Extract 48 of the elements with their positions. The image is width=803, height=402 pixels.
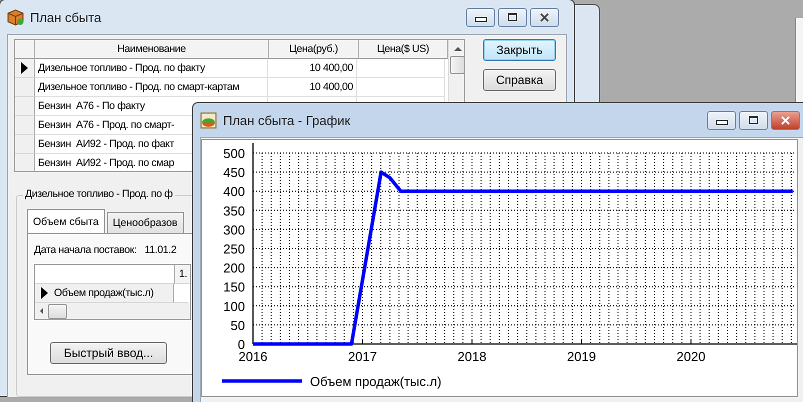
y-tick-label: 300: [223, 222, 245, 238]
dialog-button[interactable]: Справка: [483, 69, 556, 91]
window-title: План сбыта: [30, 10, 102, 24]
scroll-left-icon[interactable]: [40, 308, 43, 314]
x-tick-label: 2019: [567, 349, 596, 364]
date-value: 11.01.2: [144, 244, 176, 256]
close-button[interactable]: [530, 8, 559, 26]
group-title: Дизельное топливо - Прод. по ф: [23, 188, 175, 200]
y-tick-label: 400: [223, 184, 245, 200]
row-label: Объем продаж(тыс.л): [54, 287, 154, 299]
tab[interactable]: Ценообразов: [106, 212, 184, 233]
maximize-button[interactable]: [739, 110, 768, 130]
column-header[interactable]: Наименование: [35, 40, 269, 59]
dialog-button[interactable]: Закрыть: [483, 39, 556, 61]
scroll-thumb[interactable]: [48, 304, 67, 318]
table-cell: Дизельное топливо - Прод. по смарт-картам: [35, 78, 268, 97]
maximize-button[interactable]: [498, 8, 527, 26]
minimize-button[interactable]: [707, 110, 736, 130]
close-icon: [781, 116, 790, 124]
chart-icon: [200, 112, 217, 128]
tab[interactable]: Объем сбыта: [27, 209, 105, 233]
row-indicator[interactable]: [15, 59, 35, 78]
box-icon: [7, 8, 24, 26]
scroll-thumb[interactable]: [450, 56, 464, 74]
x-tick-label: 2020: [676, 349, 706, 364]
table-cell: 10 400,00: [268, 59, 357, 78]
quick-input-button[interactable]: Быстрый ввод...: [50, 342, 167, 364]
column-header[interactable]: 1.: [175, 265, 190, 284]
y-tick-label: 0: [238, 337, 245, 352]
y-tick-label: 150: [223, 280, 245, 295]
legend-label: Объем продаж(тыс.л): [310, 374, 442, 389]
minimize-button[interactable]: [466, 8, 495, 26]
close-button[interactable]: [771, 110, 800, 130]
scroll-up-icon[interactable]: [454, 47, 462, 51]
y-tick-label: 200: [223, 260, 245, 276]
x-tick-label: 2018: [458, 349, 486, 364]
table-cell: Дизельное топливо - Прод. по факту: [35, 59, 268, 78]
column-header[interactable]: Цена($ US): [359, 40, 448, 59]
close-icon: [540, 12, 549, 22]
table-cell: 10 400,00: [268, 78, 357, 97]
x-tick-label: 2017: [348, 349, 377, 364]
y-tick-label: 350: [223, 203, 245, 218]
field-label: Дата начала поставок:: [34, 244, 137, 256]
y-tick-label: 50: [230, 318, 245, 333]
y-tick-label: 250: [223, 242, 245, 256]
x-tick-label: 2016: [238, 349, 268, 364]
y-tick-label: 100: [223, 298, 245, 314]
column-header[interactable]: Цена(руб.): [269, 40, 359, 59]
